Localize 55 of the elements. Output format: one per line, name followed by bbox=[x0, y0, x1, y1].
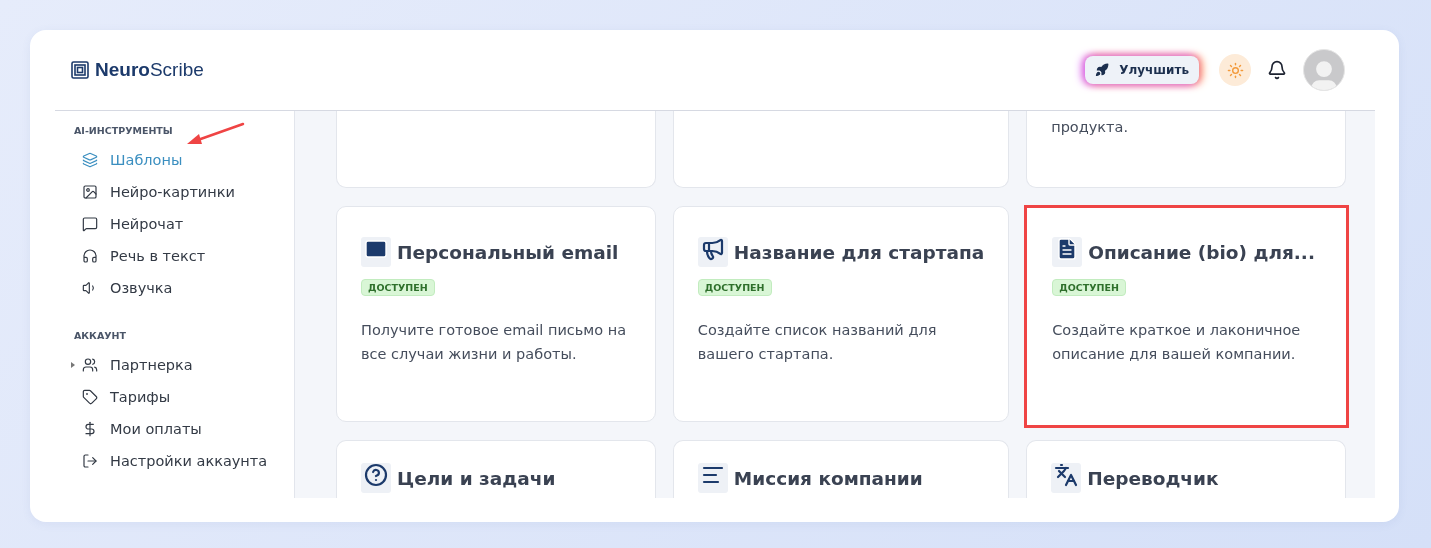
highlighted-template-card[interactable]: Описание (bio) для... ДОСТУПЕН Создайте краткое и лаконичное описание для вашей компании. bbox=[1024, 205, 1349, 428]
template-icon bbox=[361, 237, 391, 267]
sidebar-item[interactable]: Партнерка bbox=[55, 349, 294, 381]
menu-icon bbox=[82, 453, 98, 469]
card-title: Персональный email bbox=[397, 241, 619, 263]
section-title: АККАУНТ bbox=[73, 330, 127, 341]
sidebar-item[interactable]: Настройки аккаунта bbox=[55, 445, 294, 477]
template-card[interactable]: Переводчик bbox=[1026, 440, 1346, 498]
card-title: Название для стартапа bbox=[733, 241, 985, 263]
status-badge: ДОСТУПЕН bbox=[361, 279, 435, 296]
card-description: Создайте краткое и лаконичное описание для вашей компании. bbox=[1052, 321, 1302, 364]
menu-icon bbox=[82, 152, 98, 168]
template-card[interactable]: Цели и задачи bbox=[336, 440, 656, 498]
bell-icon bbox=[1267, 60, 1287, 80]
theme-toggle-button[interactable] bbox=[1219, 54, 1251, 86]
upgrade-button[interactable]: Улучшить bbox=[1085, 56, 1199, 84]
template-icon bbox=[361, 463, 391, 493]
sidebar-item[interactable]: Мои оплаты bbox=[55, 413, 294, 445]
sidebar-item[interactable]: Нейрочат bbox=[55, 208, 294, 240]
card-title: Описание (bio) для... bbox=[1088, 241, 1315, 263]
notifications-button[interactable] bbox=[1267, 60, 1287, 80]
card-description: Создайте список названий для вашего стартапа. bbox=[697, 321, 938, 364]
sidebar-item[interactable]: Нейро-картинки bbox=[55, 176, 294, 208]
menu-icon bbox=[82, 184, 98, 200]
card-title: Цели и задачи bbox=[397, 467, 556, 489]
sidebar-item[interactable]: Шаблоны bbox=[55, 144, 294, 176]
section-title: AI-ИНСТРУМЕНТЫ bbox=[73, 125, 174, 136]
caret-icon[interactable] bbox=[71, 362, 75, 368]
card-description: продукта. bbox=[1051, 118, 1130, 137]
status-badge: ДОСТУПЕН bbox=[1052, 279, 1126, 296]
sidebar-item[interactable]: Речь в текст bbox=[55, 240, 294, 272]
sidebar-item[interactable]: Озвучка bbox=[55, 272, 294, 304]
brand-name[interactable]: NeuroScribe bbox=[95, 59, 204, 81]
avatar[interactable] bbox=[1303, 49, 1345, 91]
template-icon bbox=[697, 463, 728, 493]
menu-icon bbox=[82, 421, 98, 437]
menu-icon bbox=[82, 248, 98, 264]
template-card[interactable]: Название для стартапа ДОСТУПЕН Создайте список названий для вашего стартапа. bbox=[672, 206, 1010, 422]
template-card[interactable]: Миссия компании bbox=[672, 440, 1010, 498]
card-title: Миссия компании bbox=[733, 467, 923, 489]
template-icon bbox=[1051, 463, 1082, 493]
card-title: Переводчик bbox=[1087, 467, 1219, 489]
menu-icon bbox=[82, 389, 98, 405]
card-description: Получите готовое email письмо на все случаи жизни и работы. bbox=[361, 321, 628, 364]
status-badge: ДОСТУПЕН bbox=[697, 279, 772, 296]
logo-icon bbox=[71, 61, 89, 79]
rocket-icon bbox=[1095, 63, 1110, 77]
template-icon bbox=[697, 237, 728, 267]
template-icon bbox=[1052, 237, 1083, 267]
menu-icon bbox=[82, 216, 98, 232]
template-card[interactable]: Персональный email ДОСТУПЕН Получите готовое email письмо на все случаи жизни и работы. bbox=[336, 206, 656, 422]
sun-icon bbox=[1226, 61, 1244, 79]
menu-icon bbox=[82, 357, 98, 373]
sidebar-item[interactable]: Тарифы bbox=[55, 381, 294, 413]
template-card[interactable]: продукта. bbox=[1026, 111, 1346, 188]
